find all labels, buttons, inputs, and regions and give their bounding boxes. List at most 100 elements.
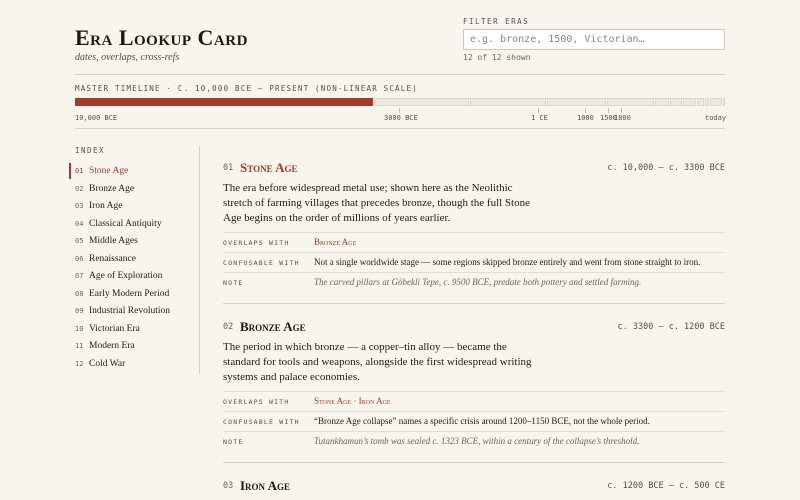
index-item-classical-antiquity[interactable]: 04 Classical Antiquity	[69, 216, 194, 232]
index-item-label: Renaissance	[89, 254, 136, 264]
overlap-link-bronze-age[interactable]: Bronze Age	[314, 237, 356, 247]
entry-title: Stone Age	[240, 160, 298, 175]
entry-date-range: c. 1200 BCE – c. 500 CE	[607, 481, 725, 491]
index-item-label: Middle Ages	[89, 236, 138, 246]
index-item-label: Iron Age	[89, 201, 123, 211]
overlap-links: Stone Age · Iron Age	[314, 396, 391, 406]
timeline-tick	[585, 108, 586, 113]
entry-title: Iron Age	[240, 478, 290, 493]
index-item-number: 12	[75, 360, 84, 368]
overlaps-row: OVERLAPS WITH Stone Age · Iron Age	[223, 391, 725, 411]
index-item-number: 08	[75, 290, 84, 298]
timeline-label: MASTER TIMELINE · C. 10,000 BCE – PRESEN…	[75, 84, 418, 93]
timeline-tick-label: 1 CE	[531, 114, 548, 122]
timeline-segment-middle-ages[interactable]	[607, 98, 654, 106]
index-item-renaissance[interactable]: 06 Renaissance	[69, 251, 194, 267]
timeline-segment-victorian[interactable]	[705, 98, 709, 106]
timeline-tick-label: today	[705, 114, 727, 122]
index-item-label: Early Modern Period	[89, 289, 170, 299]
index-item-number: 01	[75, 167, 84, 175]
timeline-tick-label: 1000	[577, 114, 594, 122]
index-item-number: 10	[75, 325, 84, 333]
index-item-cold-war[interactable]: 12 Cold War	[69, 356, 194, 372]
entry-divider	[223, 303, 725, 304]
index-item-label: Classical Antiquity	[89, 219, 162, 229]
timeline-segment-exploration[interactable]	[670, 98, 682, 106]
index-item-label: Industrial Revolution	[89, 306, 171, 316]
index-item-number: 07	[75, 272, 84, 280]
timeline-tick-label: 3000 BCE	[384, 114, 418, 122]
confusable-label: CONFUSABLE WITH	[223, 418, 300, 426]
entry-number: 01	[223, 163, 234, 173]
index-item-label: Victorian Era	[89, 324, 140, 334]
timeline-tick	[399, 108, 400, 113]
index-item-label: Modern Era	[89, 341, 135, 351]
filter-label: FILTER ERAS	[463, 17, 530, 26]
index-item-label: Stone Age	[89, 166, 129, 176]
note-label: NOTE	[223, 438, 244, 446]
index-item-number: 02	[75, 185, 84, 193]
app-title: Era Lookup Card	[75, 25, 248, 50]
timeline-segment-modern[interactable]	[710, 98, 722, 106]
timeline-segment-bronze-age[interactable]	[374, 98, 469, 106]
timeline-segment-stone-age[interactable]	[75, 98, 373, 106]
entry-date-range: c. 3300 – c. 1200 BCE	[617, 322, 725, 332]
note-label: NOTE	[223, 279, 244, 287]
entry-divider	[223, 462, 725, 463]
entry-date-range: c. 10,000 – c. 3300 BCE	[607, 163, 725, 173]
index-item-number: 04	[75, 220, 84, 228]
index-item-victorian-era[interactable]: 10 Victorian Era	[69, 321, 194, 337]
header-divider	[75, 74, 725, 75]
timeline-tick	[608, 108, 609, 113]
overlap-link-iron-age[interactable]: Iron Age	[359, 396, 391, 406]
filter-input[interactable]	[463, 29, 725, 50]
app-subtitle: dates, overlaps, cross-refs	[75, 52, 180, 63]
timeline-segment-early-modern[interactable]	[683, 98, 696, 106]
confusable-row: CONFUSABLE WITH “Bronze Age collapse” na…	[223, 411, 725, 431]
index-item-number: 03	[75, 202, 84, 210]
entry-description: The period in which bronze — a copper–ti…	[223, 341, 532, 383]
timeline-segment-industrial[interactable]	[697, 98, 704, 106]
timeline-segment-cold-war[interactable]	[723, 98, 725, 106]
entry-description: The era before widespread metal use; sho…	[223, 182, 530, 224]
index-item-age-of-exploration[interactable]: 07 Age of Exploration	[69, 268, 194, 284]
era-entry-stone-age: 01 Stone Age c. 10,000 – c. 3300 BCE The…	[223, 160, 725, 305]
index-item-industrial-revolution[interactable]: 09 Industrial Revolution	[69, 303, 194, 319]
overlaps-label: OVERLAPS WITH	[223, 239, 290, 247]
index-item-modern-era[interactable]: 11 Modern Era	[69, 338, 194, 354]
note-row: NOTE The carved pillars at Göbekli Tepe,…	[223, 272, 725, 292]
overlap-link-stone-age[interactable]: Stone Age	[314, 396, 351, 406]
timeline-tick-label: 10,000 BCE	[75, 114, 118, 122]
index-item-iron-age[interactable]: 03 Iron Age	[69, 198, 194, 214]
note-row: NOTE Tutankhamun’s tomb was sealed c. 13…	[223, 431, 725, 451]
index-heading: INDEX	[75, 146, 106, 155]
index-item-label: Bronze Age	[89, 184, 135, 194]
index-item-label: Cold War	[89, 359, 126, 369]
index-item-stone-age[interactable]: 01 Stone Age	[69, 163, 194, 179]
timeline-tick	[621, 108, 622, 113]
timeline-segment-classical[interactable]	[547, 98, 606, 106]
era-entry-iron-age: 03 Iron Age c. 1200 BCE – c. 500 CE	[223, 478, 725, 500]
note-text: Tutankhamun’s tomb was sealed c. 1323 BC…	[314, 436, 640, 446]
timeline-segment-iron-age[interactable]	[470, 98, 546, 106]
confusable-text: Not a single worldwide stage — some regi…	[314, 257, 701, 267]
era-entry-bronze-age: 02 Bronze Age c. 3300 – c. 1200 BCE The …	[223, 319, 725, 464]
timeline-tick-label: 1800	[614, 114, 631, 122]
master-timeline[interactable]	[75, 98, 725, 106]
shown-count: 12 of 12 shown	[463, 53, 531, 62]
timeline-segment-renaissance[interactable]	[655, 98, 669, 106]
index-item-middle-ages[interactable]: 05 Middle Ages	[69, 233, 194, 249]
index-item-early-modern-period[interactable]: 08 Early Modern Period	[69, 286, 194, 302]
separator: ·	[351, 396, 359, 406]
index-item-number: 05	[75, 237, 84, 245]
entry-title: Bronze Age	[240, 319, 306, 334]
timeline-tick	[538, 108, 539, 113]
confusable-row: CONFUSABLE WITH Not a single worldwide s…	[223, 252, 725, 272]
confusable-text: “Bronze Age collapse” names a specific c…	[314, 416, 650, 426]
entry-number: 02	[223, 322, 234, 332]
index-item-number: 06	[75, 255, 84, 263]
index-item-bronze-age[interactable]: 02 Bronze Age	[69, 181, 194, 197]
overlaps-row: OVERLAPS WITH Bronze Age	[223, 232, 725, 252]
note-text: The carved pillars at Göbekli Tepe, c. 9…	[314, 277, 642, 287]
confusable-label: CONFUSABLE WITH	[223, 259, 300, 267]
